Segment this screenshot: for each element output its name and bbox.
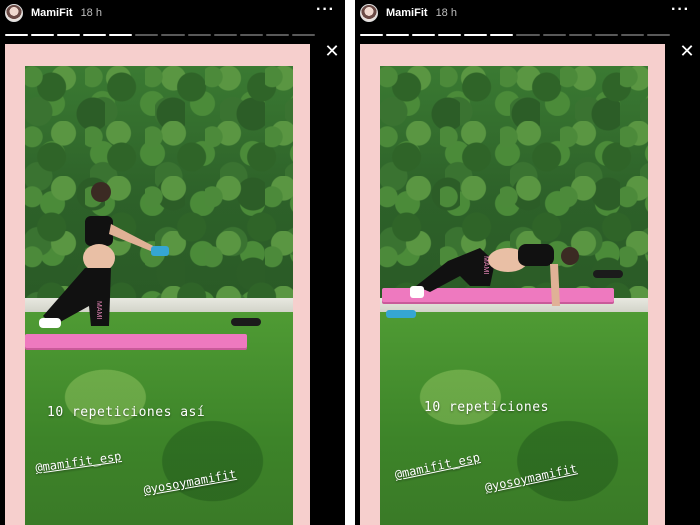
progress-segment	[412, 34, 436, 36]
progress-segment	[646, 34, 670, 36]
progress-segment	[568, 34, 592, 36]
exercising-woman-figure: MAMI	[39, 182, 169, 328]
progress-segment	[187, 34, 211, 36]
progress-segment	[239, 34, 263, 36]
timestamp: 18 h	[435, 7, 457, 19]
exercising-woman-figure: MAMI	[410, 244, 579, 306]
story-content-frame[interactable]: MAMI 10 repeticiones @mamifit_esp @yosoy…	[360, 44, 665, 525]
progress-segment	[516, 34, 540, 36]
progress-segment	[386, 34, 410, 36]
progress-segment	[135, 34, 159, 36]
shoes	[231, 318, 261, 326]
more-options-icon[interactable]: ···	[671, 1, 690, 19]
progress-segment	[360, 34, 384, 36]
story-progress-bar	[360, 34, 670, 37]
shirt-brand-text: MAMI	[482, 256, 489, 274]
progress-segment	[83, 34, 107, 36]
progress-segment	[542, 34, 566, 36]
username[interactable]: MamiFit	[31, 7, 73, 19]
progress-segment	[5, 34, 29, 36]
dumbbell	[386, 310, 416, 318]
progress-segment	[620, 34, 644, 36]
story-content-frame[interactable]: MAMI 10 repeticiones así @mamifit_esp @y…	[5, 44, 310, 525]
progress-segment	[594, 34, 618, 36]
avatar-icon[interactable]	[5, 4, 23, 22]
story-panel-right: MamiFit 18 h ··· ✕ MAMI 10 repeticiones …	[355, 0, 700, 525]
story-caption: 10 repeticiones así	[47, 405, 206, 420]
story-photo: MAMI 10 repeticiones @mamifit_esp @yosoy…	[380, 66, 648, 525]
timestamp: 18 h	[80, 7, 102, 19]
close-icon[interactable]: ✕	[678, 42, 696, 60]
progress-segment	[291, 34, 315, 36]
more-options-icon[interactable]: ···	[316, 1, 335, 19]
username[interactable]: MamiFit	[386, 7, 428, 19]
story-header: MamiFit 18 h ···	[5, 1, 335, 23]
progress-segment	[31, 34, 55, 36]
story-caption: 10 repeticiones	[424, 400, 549, 415]
progress-segment	[213, 34, 237, 36]
progress-segment	[490, 34, 514, 36]
panel-divider	[345, 0, 355, 525]
story-photo: MAMI 10 repeticiones así @mamifit_esp @y…	[25, 66, 293, 525]
close-icon[interactable]: ✕	[323, 42, 341, 60]
progress-segment	[265, 34, 289, 36]
story-panel-left: MamiFit 18 h ··· ✕ MAMI 10 repeticiones …	[0, 0, 345, 525]
progress-segment	[57, 34, 81, 36]
progress-segment	[161, 34, 185, 36]
shirt-brand-text: MAMI	[95, 301, 102, 319]
avatar-icon[interactable]	[360, 4, 378, 22]
progress-segment	[438, 34, 462, 36]
progress-segment	[109, 34, 133, 36]
progress-segment	[464, 34, 488, 36]
lawn	[380, 312, 648, 525]
story-header: MamiFit 18 h ···	[360, 1, 690, 23]
story-progress-bar	[5, 34, 315, 37]
